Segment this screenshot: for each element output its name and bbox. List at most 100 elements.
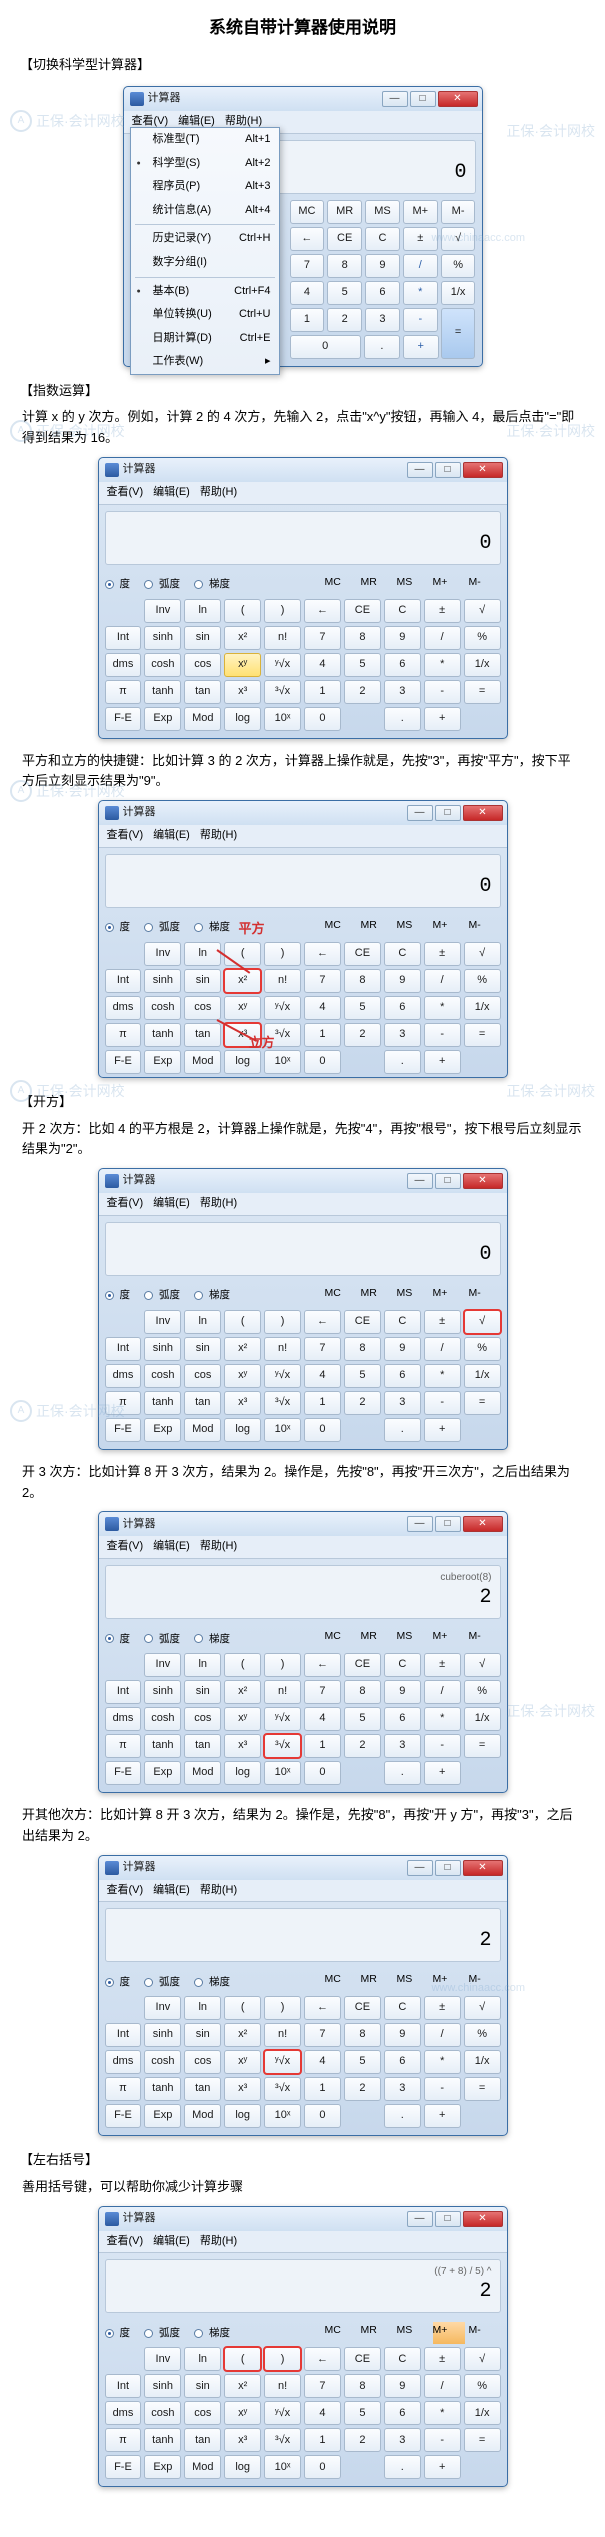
key-cos[interactable]: cos [184,996,221,1020]
key-inv[interactable]: Inv [144,1996,181,2020]
key-ln[interactable]: ln [184,1653,221,1677]
key-ms[interactable]: MS [397,574,429,596]
key-[interactable]: ) [264,942,301,966]
key-[interactable]: / [424,2374,461,2398]
key-sinh[interactable]: sinh [144,2374,181,2398]
key-c[interactable]: C [384,599,421,623]
key-tan[interactable]: tan [184,1391,221,1415]
key-ms[interactable]: MS [397,1971,429,1993]
key-x[interactable]: ʸ√x [264,1364,301,1388]
key-[interactable]: ± [424,942,461,966]
key-[interactable]: π [105,2077,142,2101]
key-[interactable]: ) [264,1653,301,1677]
key-sinh[interactable]: sinh [144,1680,181,1704]
key-mminus[interactable]: M- [441,200,476,224]
key-mplus[interactable]: M+ [403,200,438,224]
dd-programmer[interactable]: 程序员(P)Alt+3 [131,175,279,199]
key-[interactable]: ± [424,1653,461,1677]
minimize-button[interactable]: — [407,2211,433,2227]
key-[interactable]: + [424,1761,461,1785]
key-exp[interactable]: Exp [144,1418,181,1442]
key-x[interactable]: ³√x [264,1391,301,1415]
key-int[interactable]: Int [105,2023,142,2047]
key-x[interactable]: xʸ [224,2401,261,2425]
key-dms[interactable]: dms [105,1364,142,1388]
key-1[interactable]: 1 [304,1734,341,1758]
key-[interactable]: π [105,1023,142,1047]
key-tan[interactable]: tan [184,680,221,704]
key-mr[interactable]: MR [361,1285,393,1307]
key-3[interactable]: 3 [365,308,400,332]
key-cosh[interactable]: cosh [144,2401,181,2425]
key-sqrt[interactable]: √ [441,227,476,251]
key-[interactable]: ← [304,2347,341,2371]
key-sin[interactable]: sin [184,1337,221,1361]
key-6[interactable]: 6 [384,996,421,1020]
key-6[interactable]: 6 [365,281,400,305]
key-int[interactable]: Int [105,2374,142,2398]
key-[interactable]: . [384,1761,421,1785]
maximize-button[interactable]: □ [435,1516,461,1532]
key-[interactable]: + [424,1418,461,1442]
key-0[interactable]: 0 [304,1050,341,1074]
key-[interactable]: √ [464,599,501,623]
key-[interactable]: + [424,707,461,731]
key-int[interactable]: Int [105,626,142,650]
key-mul[interactable]: * [403,281,438,305]
key-mr[interactable]: MR [361,917,393,939]
key-mplus[interactable]: M+ [433,2322,465,2344]
key-[interactable]: . [384,707,421,731]
key-mminus[interactable]: M- [469,1628,501,1650]
key-x[interactable]: x² [224,2374,261,2398]
key-[interactable]: % [464,1680,501,1704]
key-mc[interactable]: MC [325,1285,357,1307]
key-[interactable]: ← [304,1653,341,1677]
close-button[interactable]: ✕ [463,2211,503,2227]
key-1x[interactable]: 1/x [464,996,501,1020]
key-10[interactable]: 10ˣ [264,1050,301,1074]
key-[interactable]: ← [304,599,341,623]
key-add[interactable]: + [403,335,439,359]
key-[interactable]: √ [464,942,501,966]
key-9[interactable]: 9 [365,254,400,278]
key-x[interactable]: ³√x [264,2077,301,2101]
key-[interactable]: = [464,2428,501,2452]
key-x[interactable]: ʸ√x [264,653,301,677]
radio-grad[interactable] [194,1634,203,1643]
key-log[interactable]: log [224,2455,261,2479]
key-[interactable]: = [464,1734,501,1758]
key-[interactable]: - [424,1023,461,1047]
key-ln[interactable]: ln [184,942,221,966]
dd-datecalc[interactable]: 日期计算(D)Ctrl+E [131,327,279,351]
key-int[interactable]: Int [105,1680,142,1704]
menu-help[interactable]: 帮助(H) [200,1882,237,1900]
key-ce[interactable]: CE [344,599,381,623]
key-3[interactable]: 3 [384,1023,421,1047]
key-sin[interactable]: sin [184,2374,221,2398]
key-1x[interactable]: 1/x [464,1364,501,1388]
key-[interactable]: / [424,969,461,993]
key-[interactable]: / [424,1680,461,1704]
menu-view[interactable]: 查看(V) [107,1538,144,1556]
key-x[interactable]: x³ [224,2077,261,2101]
key-n[interactable]: n! [264,969,301,993]
key-n[interactable]: n! [264,626,301,650]
key-back[interactable]: ← [290,227,325,251]
key-[interactable]: π [105,1734,142,1758]
key-mod[interactable]: Mod [184,1761,221,1785]
key-[interactable]: √ [464,1310,501,1334]
key-6[interactable]: 6 [384,1707,421,1731]
key-5[interactable]: 5 [344,1707,381,1731]
key-mod[interactable]: Mod [184,2104,221,2128]
key-3[interactable]: 3 [384,1391,421,1415]
maximize-button[interactable]: □ [435,1173,461,1189]
key-5[interactable]: 5 [344,653,381,677]
radio-rad[interactable] [144,1978,153,1987]
key-cosh[interactable]: cosh [144,2050,181,2074]
key-7[interactable]: 7 [304,1680,341,1704]
key-fe[interactable]: F-E [105,2104,142,2128]
key-x[interactable]: ³√x [264,1023,301,1047]
close-button[interactable]: ✕ [438,91,478,107]
key-8[interactable]: 8 [344,626,381,650]
radio-grad[interactable] [194,2329,203,2338]
